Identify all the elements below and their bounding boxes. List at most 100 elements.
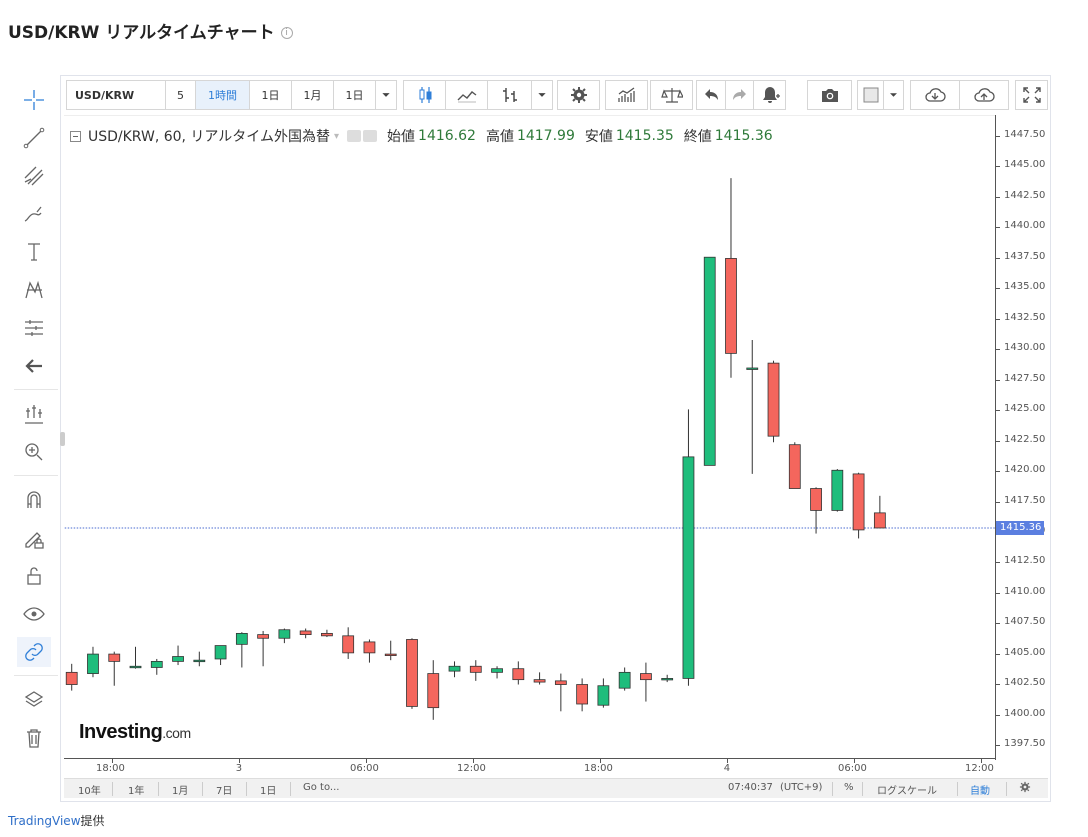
redo-icon[interactable] [725, 80, 755, 110]
price-tick-label: 1397.50 [1004, 738, 1046, 750]
candle-body-down [65, 671, 78, 685]
price-tick-mark [996, 745, 1000, 747]
price-tick-mark [996, 288, 1000, 290]
price-axis[interactable]: 1447.50 1445.00 1442.50 1440.00 1437.50 1435.… [995, 115, 1050, 760]
interval-1m-button[interactable]: 1月 [291, 80, 334, 110]
magnet-icon[interactable] [17, 485, 51, 515]
eye-icon[interactable] [17, 599, 51, 629]
candlestick-chart[interactable] [64, 115, 996, 760]
log-scale-toggle[interactable]: ログスケール [877, 782, 937, 797]
candle-body-down [725, 258, 737, 354]
time-tick-mark [239, 759, 240, 763]
indicators-icon[interactable] [605, 80, 648, 110]
candle-body-down [363, 641, 376, 654]
pitchfork-icon[interactable] [17, 161, 51, 191]
candle [448, 661, 461, 678]
brush-icon[interactable] [17, 199, 51, 229]
candle [554, 673, 567, 712]
interval-1d-b-button[interactable]: 1日 [333, 80, 376, 110]
fullscreen-icon[interactable] [1015, 80, 1048, 110]
pattern-icon[interactable] [17, 275, 51, 305]
candle [831, 469, 844, 512]
axis-settings-icon[interactable] [1018, 780, 1032, 797]
range-7d-button[interactable]: 7日 [216, 782, 232, 797]
cloud-download-icon[interactable] [910, 80, 960, 110]
bar-style-icon[interactable] [487, 80, 532, 110]
candle [65, 663, 78, 691]
time-tick-mark [727, 759, 728, 763]
candle [342, 627, 355, 659]
arrow-back-icon[interactable] [17, 351, 51, 381]
unlock-icon[interactable] [17, 561, 51, 591]
interval-5-button[interactable]: 5 [165, 80, 196, 110]
candle-body-down [788, 444, 801, 489]
last-price-tag: 1415.36 [996, 520, 1044, 535]
price-tick-label: 1437.50 [1004, 250, 1046, 262]
goto-button[interactable]: Go to... [303, 782, 339, 793]
interval-5-label: 5 [177, 88, 184, 102]
interval-1h-button[interactable]: 1時間 [195, 80, 250, 110]
candle-body-up [618, 671, 631, 689]
style-dropdown-icon[interactable] [531, 80, 553, 110]
lock-drawing-icon[interactable] [17, 523, 51, 553]
compare-icon[interactable] [650, 80, 693, 110]
candle [406, 638, 418, 709]
trash-icon[interactable] [17, 723, 51, 753]
price-tick-label: 1435.00 [1004, 281, 1046, 293]
cloud-upload-icon[interactable] [959, 80, 1009, 110]
color-swatch-icon[interactable] [857, 80, 884, 110]
price-tick-label: 1432.50 [1004, 311, 1046, 323]
text-icon[interactable] [17, 237, 51, 267]
crosshair-icon[interactable] [17, 85, 51, 115]
zoom-ranges-icon[interactable] [17, 399, 51, 429]
candle [384, 640, 397, 661]
page-title-text: USD/KRW リアルタイムチャート [8, 23, 275, 43]
range-10y-button[interactable]: 10年 [78, 782, 101, 797]
dropdown-arrow-icon[interactable] [375, 80, 397, 110]
range-1m-button[interactable]: 1月 [172, 782, 188, 797]
candle [618, 667, 631, 691]
price-tick-label: 1427.50 [1004, 372, 1046, 384]
price-tick-mark [996, 440, 1000, 442]
layers-icon[interactable] [17, 685, 51, 715]
price-tick-mark [996, 166, 1000, 168]
candle-body-down [512, 668, 525, 681]
link-icon[interactable] [17, 637, 51, 667]
price-tick-label: 1412.50 [1004, 555, 1046, 567]
line-chart-icon[interactable] [445, 80, 488, 110]
camera-icon[interactable] [807, 80, 852, 110]
info-icon[interactable]: i [280, 27, 293, 39]
candle [214, 645, 227, 666]
candlestick-icon[interactable] [403, 80, 446, 110]
color-dropdown-icon[interactable] [883, 80, 904, 110]
undo-icon[interactable] [696, 80, 726, 110]
price-tick-mark [996, 135, 1000, 137]
footer-credit: TradingView提供 [8, 812, 105, 829]
time-axis[interactable]: 18:00 3 06:00 12:00 18:00 4 06:00 12:00 [64, 758, 995, 778]
clock-timezone[interactable]: (UTC+9) [780, 782, 822, 793]
candle [725, 178, 737, 378]
measure-icon[interactable] [17, 313, 51, 343]
alert-icon[interactable] [753, 80, 786, 110]
candle-body-up [831, 469, 844, 511]
tradingview-link[interactable]: TradingView [8, 814, 81, 828]
interval-1d-button[interactable]: 1日 [249, 80, 292, 110]
page-title: USD/KRW リアルタイムチャート i [8, 18, 293, 43]
symbol-input[interactable]: USD/KRW [66, 80, 166, 110]
interval-1d-label: 1日 [261, 89, 280, 102]
candle-body-up [491, 668, 503, 673]
percent-toggle[interactable]: % [844, 782, 854, 793]
trend-line-icon[interactable] [17, 123, 51, 153]
auto-scale-toggle[interactable]: 自動 [970, 782, 990, 797]
settings-icon[interactable] [557, 80, 600, 110]
zoom-in-icon[interactable] [17, 437, 51, 467]
range-1d-button[interactable]: 1日 [260, 782, 276, 797]
price-tick-label: 1445.00 [1004, 159, 1046, 171]
candle [193, 651, 206, 667]
price-tick-mark [996, 196, 1000, 198]
range-1y-button[interactable]: 1年 [128, 782, 144, 797]
candle-body-down [469, 665, 482, 673]
candle [873, 495, 886, 529]
price-tick-label: 1422.50 [1004, 433, 1046, 445]
candle [235, 632, 248, 668]
